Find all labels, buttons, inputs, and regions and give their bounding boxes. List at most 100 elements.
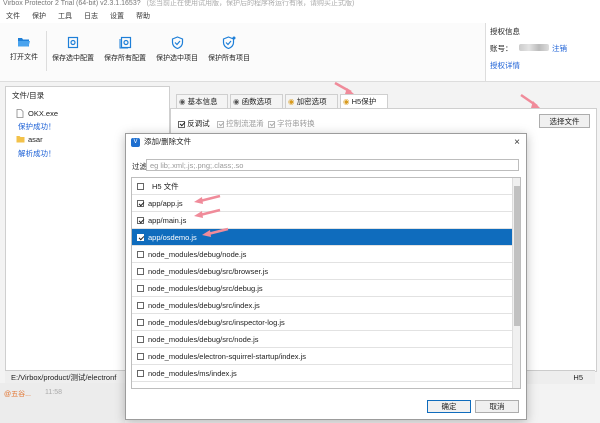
account-name-redacted	[519, 44, 549, 51]
scrollbar-thumb[interactable]	[514, 186, 520, 326]
filter-input[interactable]: eg lib;.xml;.js;.png;.class;.so	[146, 159, 519, 171]
row-label: node_modules/ms/index.js	[148, 369, 237, 378]
tab-basic-info[interactable]: ◉ 基本信息	[176, 94, 228, 108]
title-bar: Virbox Protector 2 Trial (64-bit) v2.3.1…	[0, 0, 600, 10]
annotation-arrow-icon	[194, 194, 221, 204]
background-chat-area: @五谷... 11:58	[0, 383, 125, 423]
lock-icon: ◉	[288, 97, 295, 106]
auth-detail-link[interactable]: 授权详情	[490, 60, 520, 71]
menu-help[interactable]: 帮助	[136, 13, 150, 20]
file-row[interactable]: node_modules/debug/node.js	[132, 246, 512, 263]
control-flow-label: 控制流混淆	[226, 119, 264, 128]
menu-log[interactable]: 日志	[84, 13, 98, 20]
tab-h5-protect[interactable]: ◉ H5保护	[340, 94, 388, 109]
protect-all-label: 保护所有项目	[208, 55, 250, 62]
menu-tools[interactable]: 工具	[58, 13, 72, 20]
gear-documents-icon	[119, 36, 131, 49]
annotation-arrow-icon	[334, 81, 354, 94]
tab-encryption-options-label: 加密选项	[296, 97, 327, 106]
file-item-okx[interactable]: OKX.exe	[28, 109, 58, 118]
file-icon	[16, 109, 24, 118]
row-checkbox[interactable]	[137, 200, 144, 207]
row-label: node_modules/debug/node.js	[148, 250, 247, 259]
menu-settings[interactable]: 设置	[110, 13, 124, 20]
gear-document-icon	[67, 36, 78, 49]
vertical-scrollbar[interactable]	[512, 178, 520, 388]
row-checkbox[interactable]	[137, 217, 144, 224]
anti-debug-label: 反调试	[187, 119, 210, 128]
folder-open-icon	[18, 38, 30, 47]
file-item-asar[interactable]: asar	[28, 135, 43, 144]
file-row[interactable]: node_modules/debug/src/browser.js	[132, 263, 512, 280]
tab-function-options[interactable]: ◉ 函数选项	[230, 94, 283, 108]
file-row[interactable]: node_modules/debug/src/node.js	[132, 331, 512, 348]
anti-debug-checkbox[interactable]	[178, 120, 185, 128]
string-encode-option[interactable]: 字符串转换	[268, 118, 315, 129]
row-checkbox[interactable]	[137, 251, 144, 258]
chat-snippet: @五谷...	[4, 391, 31, 398]
annotation-arrow-icon	[202, 227, 229, 237]
control-flow-checkbox[interactable]	[217, 120, 224, 128]
cancel-button[interactable]: 取消	[475, 400, 519, 413]
file-row[interactable]: node_modules/debug/src/inspector-log.js	[132, 314, 512, 331]
file-row[interactable]: app/osdemo.js	[132, 229, 512, 246]
row-label: node_modules/debug/src/browser.js	[148, 267, 269, 276]
control-flow-option[interactable]: 控制流混淆	[217, 118, 264, 129]
account-label: 账号：	[490, 44, 513, 53]
save-all-config-label: 保存所有配置	[104, 55, 146, 62]
protect-all-button[interactable]: 保护所有项目	[204, 31, 254, 71]
dialog-title-bar: V 添加/删除文件 ×	[126, 134, 526, 150]
file-row[interactable]: node_modules/debug/src/debug.js	[132, 280, 512, 297]
row-checkbox[interactable]	[137, 285, 144, 292]
tab-encryption-options[interactable]: ◉ 加密选项	[285, 94, 338, 108]
protect-selected-button[interactable]: 保护选中项目	[152, 31, 202, 71]
h5-shield-icon: ◉	[343, 97, 350, 106]
ok-button[interactable]: 确定	[427, 400, 471, 413]
row-label: node_modules/debug/src/inspector-log.js	[148, 318, 285, 327]
row-checkbox[interactable]	[137, 336, 144, 343]
file-row[interactable]: node_modules/ms/index.js	[132, 365, 512, 382]
select-all-row[interactable]: H5 文件	[132, 178, 512, 195]
row-checkbox[interactable]	[137, 183, 144, 190]
menu-protect[interactable]: 保护	[32, 13, 46, 20]
folder-icon	[16, 136, 25, 143]
auth-title: 授权信息	[490, 27, 520, 36]
save-selected-config-button[interactable]: 保存选中配置	[48, 31, 98, 71]
function-icon: ◉	[233, 97, 240, 106]
row-label: node_modules/debug/src/debug.js	[148, 284, 263, 293]
close-icon[interactable]: ×	[514, 135, 520, 151]
file-row[interactable]: app/main.js	[132, 212, 512, 229]
row-checkbox[interactable]	[137, 370, 144, 377]
row-checkbox[interactable]	[137, 268, 144, 275]
row-checkbox[interactable]	[137, 353, 144, 360]
filter-label: 过滤	[132, 162, 147, 171]
logout-link[interactable]: 注销	[552, 43, 567, 54]
string-encode-checkbox[interactable]	[268, 120, 275, 128]
save-all-config-button[interactable]: 保存所有配置	[100, 31, 150, 71]
auth-panel: 授权信息 账号： 注销 授权详情	[485, 23, 600, 81]
row-checkbox[interactable]	[137, 319, 144, 326]
anti-debug-option[interactable]: 反调试	[178, 118, 210, 129]
row-label: app/app.js	[148, 199, 183, 208]
row-checkbox[interactable]	[137, 302, 144, 309]
menu-file[interactable]: 文件	[6, 13, 20, 20]
menu-bar: 文件 保护 工具 日志 设置 帮助	[0, 10, 600, 23]
file-row[interactable]: node_modules/electron-squirrel-startup/i…	[132, 348, 512, 365]
app-logo-icon: V	[131, 138, 140, 147]
row-label: node_modules/electron-squirrel-startup/i…	[148, 352, 306, 361]
shield-all-icon	[222, 36, 236, 49]
tab-basic-info-label: 基本信息	[187, 97, 218, 106]
file-list: H5 文件 app/app.js app/main.js app/osdemo.js n…	[131, 177, 521, 389]
status-path: E:/Virbox/product/测试/electronf	[11, 373, 117, 382]
file-panel-header: 文件/目录	[12, 91, 45, 100]
window-title: Virbox Protector 2 Trial (64-bit) v2.3.1…	[3, 0, 141, 7]
row-checkbox[interactable]	[137, 234, 144, 241]
open-file-button[interactable]: 打开文件	[4, 31, 44, 71]
row-label: app/osdemo.js	[148, 233, 197, 242]
file-row[interactable]: app/app.js	[132, 195, 512, 212]
trial-notice: (您当前正在使用试用版，保护后的程序将运行有限，请购买正式版)	[146, 0, 355, 7]
select-files-button[interactable]: 选择文件	[539, 114, 590, 128]
file-row[interactable]: node_modules/debug/src/index.js	[132, 297, 512, 314]
add-remove-files-dialog: V 添加/删除文件 × 过滤 eg lib;.xml;.js;.png;.cla…	[125, 133, 527, 420]
tab-function-options-label: 函数选项	[241, 97, 272, 106]
